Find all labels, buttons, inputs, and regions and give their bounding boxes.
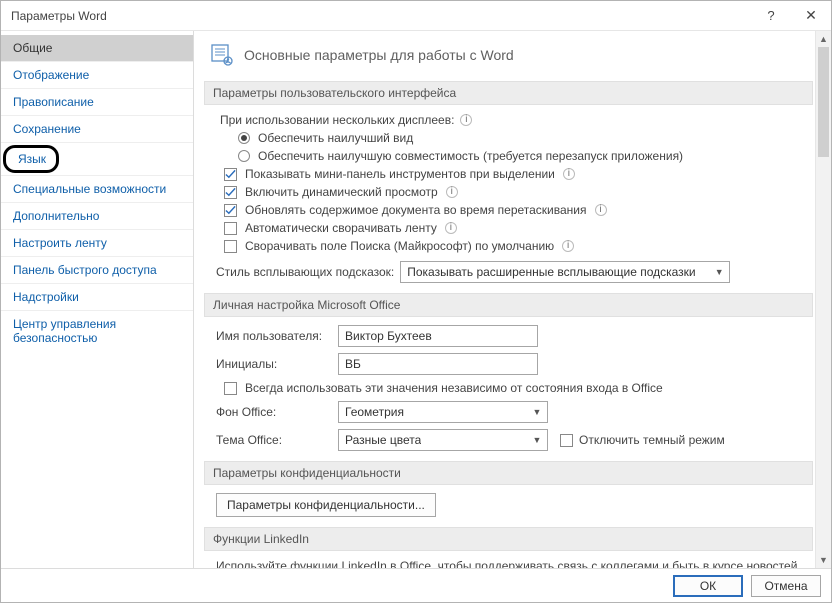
sidebar: Общие Отображение Правописание Сохранени… — [1, 31, 194, 568]
window-title: Параметры Word — [11, 9, 107, 23]
section-privacy-body: Параметры конфиденциальности... — [216, 493, 813, 517]
dialog-body: Общие Отображение Правописание Сохранени… — [1, 31, 831, 568]
info-icon[interactable]: i — [595, 204, 607, 216]
check-collapse-search[interactable]: Сворачивать поле Поиска (Майкрософт) по … — [224, 239, 813, 253]
scrollbar[interactable]: ▲ ▼ — [815, 31, 831, 568]
sidebar-row-language: Язык — [1, 143, 193, 176]
titlebar: Параметры Word ? ✕ — [1, 1, 831, 31]
section-linkedin-header: Функции LinkedIn — [204, 527, 813, 551]
section-ui-header: Параметры пользовательского интерфейса — [204, 81, 813, 105]
sidebar-item-language[interactable]: Язык — [3, 145, 59, 173]
page-title: Основные параметры для работы с Word — [244, 47, 514, 63]
checkbox-icon — [224, 186, 237, 199]
sidebar-item-accessibility[interactable]: Специальные возможности — [1, 176, 193, 203]
radio-best-view[interactable]: Обеспечить наилучший вид — [238, 131, 813, 145]
section-personal-header: Личная настройка Microsoft Office — [204, 293, 813, 317]
sidebar-item-qat[interactable]: Панель быстрого доступа — [1, 257, 193, 284]
scroll-thumb[interactable] — [818, 47, 829, 157]
sidebar-item-proofing[interactable]: Правописание — [1, 89, 193, 116]
info-icon[interactable]: i — [445, 222, 457, 234]
close-button[interactable]: ✕ — [791, 1, 831, 30]
check-disable-dark[interactable]: Отключить темный режим — [560, 433, 725, 447]
chevron-down-icon: ▼ — [711, 264, 727, 280]
page-header: Основные параметры для работы с Word — [204, 41, 829, 77]
info-icon[interactable]: i — [562, 240, 574, 252]
scroll-up-arrow[interactable]: ▲ — [816, 31, 831, 47]
sidebar-item-customize-ribbon[interactable]: Настроить ленту — [1, 230, 193, 257]
office-theme-combo[interactable]: Разные цвета ▼ — [338, 429, 548, 451]
dialog-footer: ОК Отмена — [1, 568, 831, 602]
sidebar-item-general[interactable]: Общие — [1, 35, 193, 62]
section-linkedin-body: Используйте функции LinkedIn в Office, ч… — [216, 559, 813, 568]
info-icon[interactable]: i — [460, 114, 472, 126]
info-icon[interactable]: i — [446, 186, 458, 198]
checkbox-icon — [560, 434, 573, 447]
radio-icon — [238, 150, 250, 162]
check-drag-update[interactable]: Обновлять содержимое документа во время … — [224, 203, 813, 217]
checkbox-icon — [224, 168, 237, 181]
multi-display-label: При использовании нескольких дисплеев: i — [220, 113, 813, 127]
check-dynamic-preview[interactable]: Включить динамический просмотр i — [224, 185, 813, 199]
checkbox-icon — [224, 382, 237, 395]
initials-input[interactable] — [338, 353, 538, 375]
checkbox-icon — [224, 222, 237, 235]
scroll-down-arrow[interactable]: ▼ — [816, 552, 831, 568]
radio-compatibility[interactable]: Обеспечить наилучшую совместимость (треб… — [238, 149, 813, 163]
office-bg-label: Фон Office: — [216, 405, 328, 419]
radio-icon — [238, 132, 250, 144]
chevron-down-icon: ▼ — [529, 432, 545, 448]
checkbox-icon — [224, 240, 237, 253]
sidebar-item-advanced[interactable]: Дополнительно — [1, 203, 193, 230]
check-collapse-ribbon[interactable]: Автоматически сворачивать ленту i — [224, 221, 813, 235]
scroll-track[interactable] — [816, 47, 831, 552]
help-button[interactable]: ? — [751, 1, 791, 30]
sidebar-item-display[interactable]: Отображение — [1, 62, 193, 89]
office-bg-combo[interactable]: Геометрия ▼ — [338, 401, 548, 423]
cancel-button[interactable]: Отмена — [751, 575, 821, 597]
privacy-settings-button[interactable]: Параметры конфиденциальности... — [216, 493, 436, 517]
username-label: Имя пользователя: — [216, 329, 328, 343]
check-minipanel[interactable]: Показывать мини-панель инструментов при … — [224, 167, 813, 181]
check-always-use[interactable]: Всегда использовать эти значения независ… — [224, 381, 813, 395]
initials-label: Инициалы: — [216, 357, 328, 371]
tooltip-style-label: Стиль всплывающих подсказок: — [216, 265, 394, 279]
sidebar-item-trust-center[interactable]: Центр управления безопасностью — [1, 311, 193, 351]
ok-button[interactable]: ОК — [673, 575, 743, 597]
section-privacy-header: Параметры конфиденциальности — [204, 461, 813, 485]
options-icon — [210, 43, 234, 67]
username-input[interactable] — [338, 325, 538, 347]
sidebar-item-addins[interactable]: Надстройки — [1, 284, 193, 311]
chevron-down-icon: ▼ — [529, 404, 545, 420]
sidebar-item-save[interactable]: Сохранение — [1, 116, 193, 143]
content: Основные параметры для работы с Word Пар… — [194, 31, 831, 568]
content-wrap: Основные параметры для работы с Word Пар… — [194, 31, 831, 568]
section-personal-body: Имя пользователя: Инициалы: Всегда испол… — [216, 325, 813, 451]
info-icon[interactable]: i — [563, 168, 575, 180]
dialog: Параметры Word ? ✕ Общие Отображение Пра… — [0, 0, 832, 603]
checkbox-icon — [224, 204, 237, 217]
tooltip-style-combo[interactable]: Показывать расширенные всплывающие подск… — [400, 261, 730, 283]
window-controls: ? ✕ — [751, 1, 831, 30]
section-ui-body: При использовании нескольких дисплеев: i… — [216, 113, 813, 283]
linkedin-description: Используйте функции LinkedIn в Office, ч… — [216, 559, 813, 568]
tooltip-style-row: Стиль всплывающих подсказок: Показывать … — [216, 261, 813, 283]
office-theme-label: Тема Office: — [216, 433, 328, 447]
